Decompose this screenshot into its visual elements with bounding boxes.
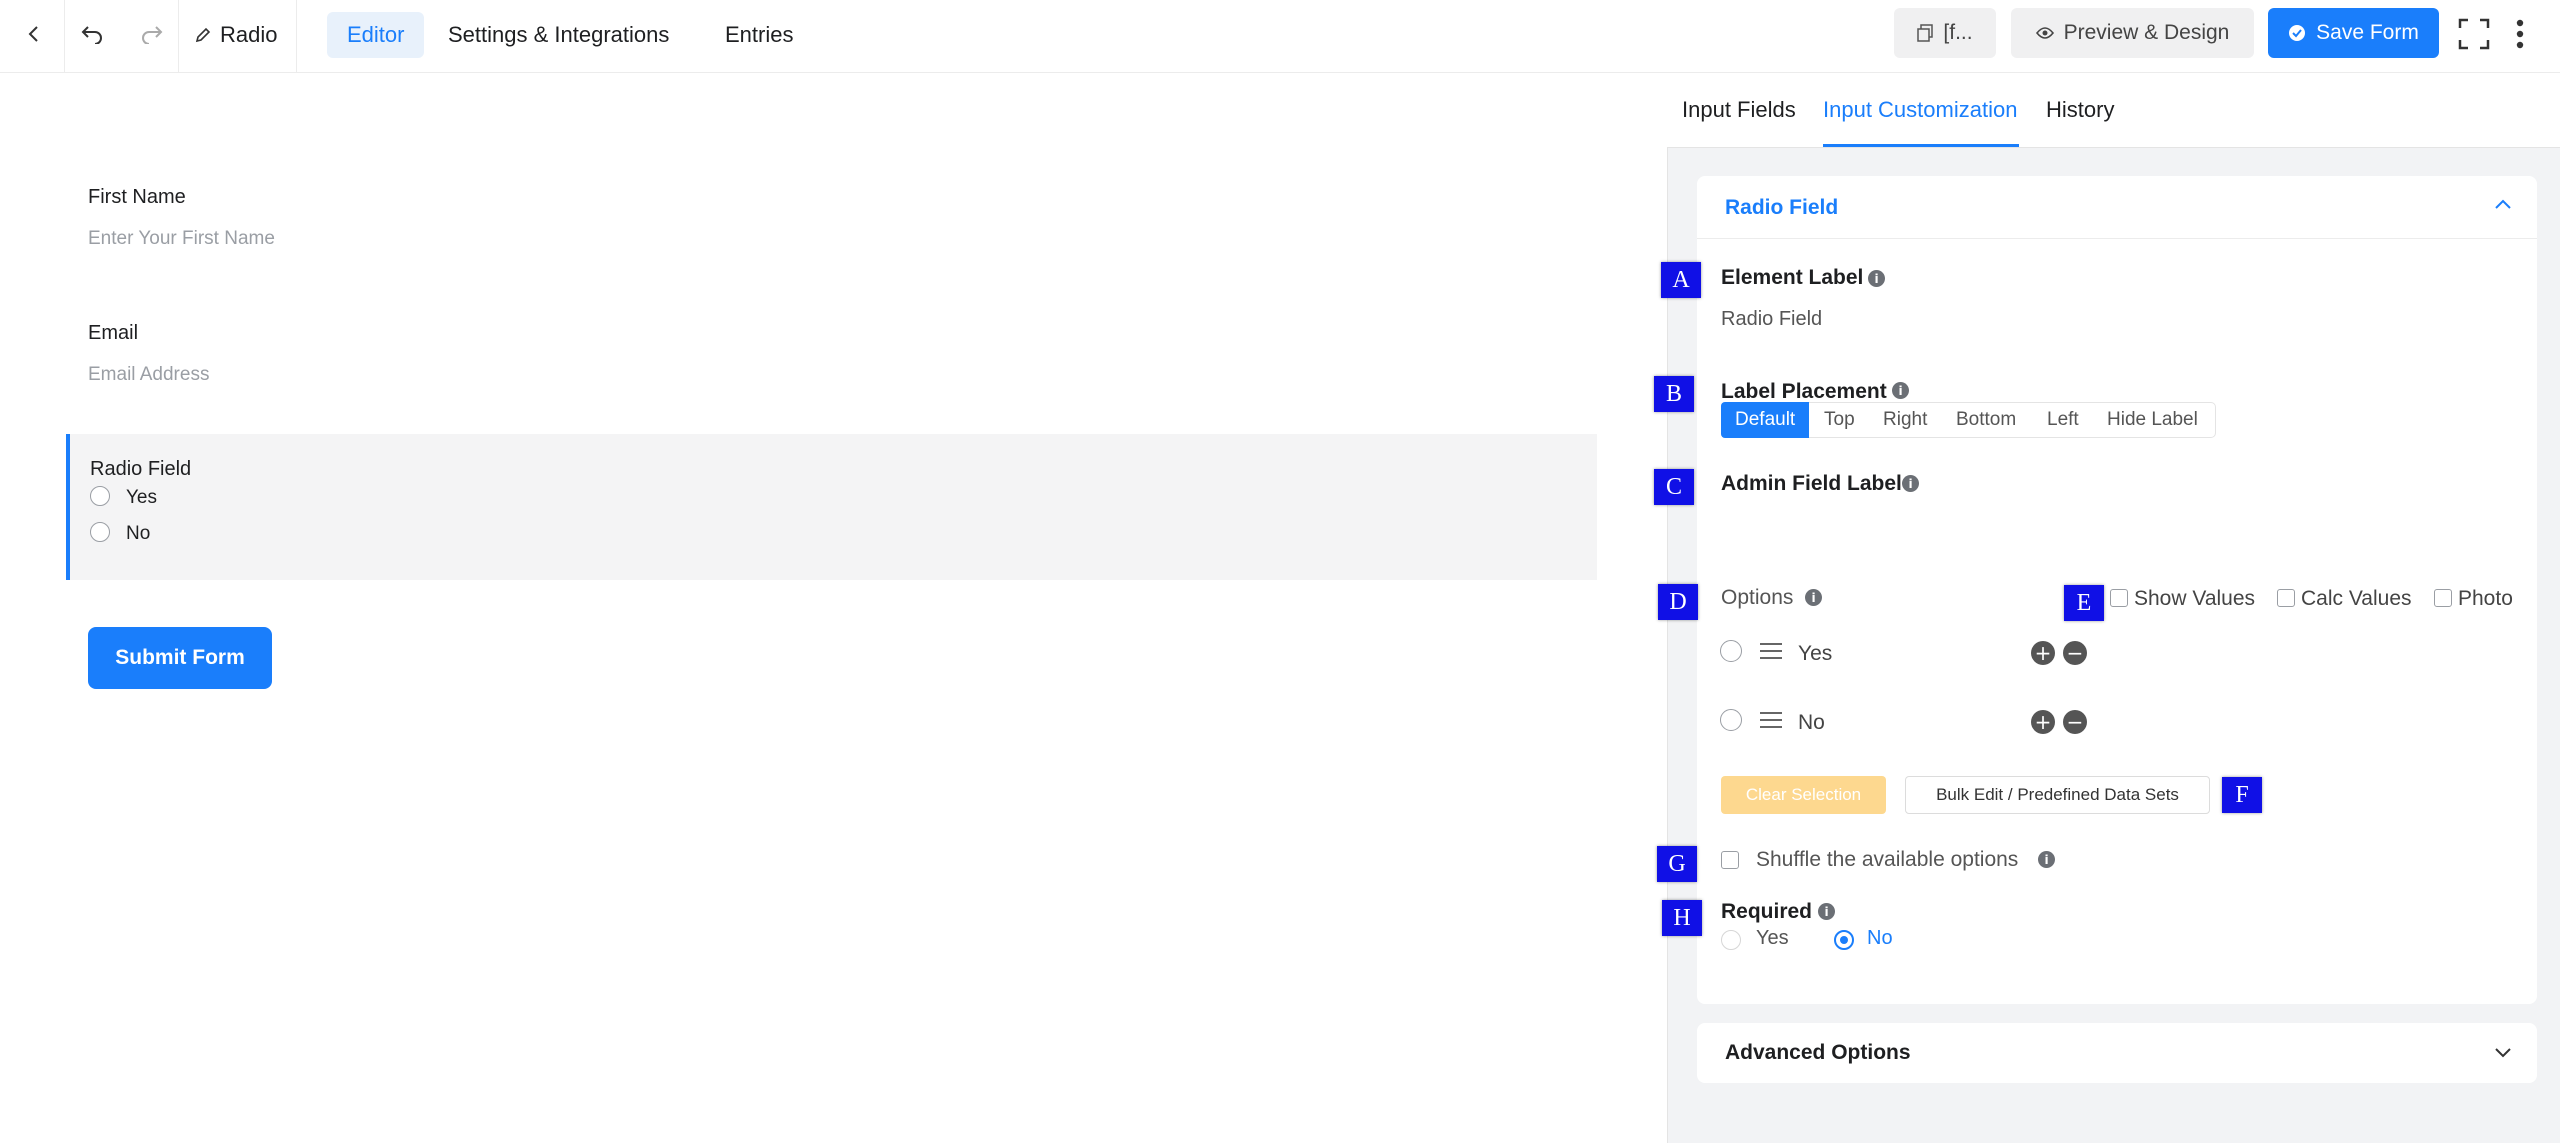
tab-input-customization[interactable]: Input Customization xyxy=(1823,97,2017,123)
shortcode-button[interactable]: [f... xyxy=(1894,8,1996,58)
radio-option-no[interactable] xyxy=(90,522,110,542)
redo-icon[interactable] xyxy=(132,14,172,54)
marker-d: D xyxy=(1658,584,1698,620)
active-tab-indicator xyxy=(1823,144,2019,147)
remove-option-icon[interactable]: − xyxy=(2063,710,2087,734)
option-no-default-radio[interactable] xyxy=(1720,709,1742,731)
check-circle-icon xyxy=(2289,25,2306,41)
show-values-checkbox[interactable] xyxy=(2110,589,2128,607)
drag-handle-icon[interactable] xyxy=(1760,712,1782,730)
placement-default[interactable]: Default xyxy=(1721,402,1810,438)
first-name-input[interactable]: Enter Your First Name xyxy=(88,228,275,250)
placement-left[interactable]: Left xyxy=(2033,402,2093,438)
tab-settings-integrations[interactable]: Settings & Integrations xyxy=(428,12,689,58)
photo-label: Photo xyxy=(2458,587,2513,610)
save-form-button[interactable]: Save Form xyxy=(2268,8,2439,58)
clear-selection-button[interactable]: Clear Selection xyxy=(1721,776,1886,814)
add-option-icon[interactable]: + xyxy=(2031,641,2055,665)
marker-f: F xyxy=(2222,777,2262,813)
admin-field-label-info-icon[interactable]: i xyxy=(1902,475,1919,492)
top-bar: Radio Editor Settings & Integrations Ent… xyxy=(0,0,2560,73)
element-label-title: Element Label xyxy=(1721,266,1864,289)
bulk-edit-button[interactable]: Bulk Edit / Predefined Data Sets xyxy=(1905,776,2210,814)
save-form-label: Save Form xyxy=(2316,21,2419,44)
show-values-label: Show Values xyxy=(2134,587,2256,610)
panel-tabs: Input Fields Input Customization History xyxy=(1667,73,2560,148)
form-name-label: Radio xyxy=(220,22,278,47)
placement-top[interactable]: Top xyxy=(1810,402,1869,438)
add-option-icon[interactable]: + xyxy=(2031,710,2055,734)
copy-icon xyxy=(1917,24,1934,42)
fullscreen-icon[interactable] xyxy=(2454,14,2494,54)
shuffle-label: Shuffle the available options xyxy=(1756,848,2019,871)
tab-entries[interactable]: Entries xyxy=(705,12,813,58)
chevron-up-icon[interactable] xyxy=(2494,198,2512,210)
placement-bottom[interactable]: Bottom xyxy=(1942,402,2030,438)
email-input[interactable]: Email Address xyxy=(88,364,209,386)
options-info-icon[interactable]: i xyxy=(1805,589,1822,606)
element-label-info-icon[interactable]: i xyxy=(1868,270,1885,287)
radio-option-yes-label: Yes xyxy=(126,487,157,508)
marker-a: A xyxy=(1661,262,1701,298)
submit-form-button[interactable]: Submit Form xyxy=(88,627,272,689)
marker-b: B xyxy=(1654,376,1694,412)
options-title: Options xyxy=(1721,586,1794,609)
section-header[interactable]: Radio Field xyxy=(1697,176,2537,239)
calc-values-checkbox[interactable] xyxy=(2277,589,2295,607)
email-label: Email xyxy=(88,322,139,344)
drag-handle-icon[interactable] xyxy=(1760,643,1782,661)
back-icon[interactable] xyxy=(14,14,54,54)
placement-right[interactable]: Right xyxy=(1869,402,1941,438)
required-yes-label: Yes xyxy=(1756,927,1789,949)
tab-history[interactable]: History xyxy=(2046,97,2114,123)
option-yes-label[interactable]: Yes xyxy=(1798,642,1832,666)
shuffle-info-icon[interactable]: i xyxy=(2038,851,2055,868)
option-no-label[interactable]: No xyxy=(1798,711,1825,735)
tab-input-fields[interactable]: Input Fields xyxy=(1682,97,1796,123)
required-no-radio[interactable] xyxy=(1834,930,1854,950)
section-title: Radio Field xyxy=(1725,196,1839,219)
marker-h: H xyxy=(1662,900,1702,936)
tab-editor[interactable]: Editor xyxy=(327,12,425,58)
radio-field-block[interactable]: Radio Field Yes No xyxy=(66,434,1597,580)
placement-hide-label[interactable]: Hide Label xyxy=(2093,402,2212,438)
advanced-options-label: Advanced Options xyxy=(1725,1041,1911,1064)
marker-c: C xyxy=(1654,469,1694,505)
option-yes-default-radio[interactable] xyxy=(1720,640,1742,662)
shuffle-checkbox[interactable] xyxy=(1721,851,1739,869)
eye-icon xyxy=(2035,27,2054,39)
marker-g: G xyxy=(1657,846,1697,882)
admin-field-label-title: Admin Field Label xyxy=(1721,472,1902,495)
advanced-options-header[interactable]: Advanced Options xyxy=(1697,1023,2537,1083)
photo-checkbox[interactable] xyxy=(2434,589,2452,607)
radio-field-label: Radio Field xyxy=(90,458,192,480)
admin-field-label-input[interactable] xyxy=(1721,510,2511,550)
form-name[interactable]: Radio xyxy=(194,20,277,50)
label-placement-title: Label Placement xyxy=(1721,380,1887,403)
edit-icon xyxy=(195,27,211,43)
label-placement-info-icon[interactable]: i xyxy=(1892,382,1909,399)
preview-design-button[interactable]: Preview & Design xyxy=(2011,8,2254,58)
required-info-icon[interactable]: i xyxy=(1818,903,1835,920)
required-no-label: No xyxy=(1867,927,1893,949)
preview-design-label: Preview & Design xyxy=(2063,21,2230,44)
chevron-down-icon[interactable] xyxy=(2494,1047,2512,1059)
required-yes-radio[interactable] xyxy=(1721,930,1741,950)
shortcode-label: [f... xyxy=(1943,21,1973,44)
undo-icon[interactable] xyxy=(72,14,112,54)
radio-option-no-label: No xyxy=(126,523,151,544)
required-title: Required xyxy=(1721,900,1813,923)
remove-option-icon[interactable]: − xyxy=(2063,641,2087,665)
first-name-label: First Name xyxy=(88,186,186,208)
marker-e: E xyxy=(2064,585,2104,621)
calc-values-label: Calc Values xyxy=(2301,587,2412,610)
radio-option-yes[interactable] xyxy=(90,486,110,506)
element-label-input[interactable]: Radio Field xyxy=(1721,308,1822,331)
more-options-icon[interactable] xyxy=(2500,14,2540,54)
